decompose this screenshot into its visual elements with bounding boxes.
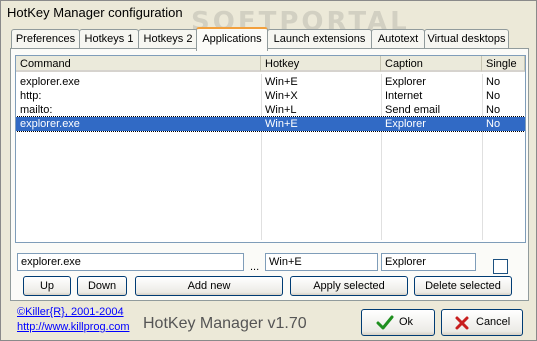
tab-preferences[interactable]: Preferences [11,29,80,48]
apply-selected-button[interactable]: Apply selected [290,276,408,296]
cell-caption: Explorer [385,76,426,88]
cell-caption: Explorer [385,118,426,130]
cell-command: explorer.exe [20,76,80,88]
tab-hotkeys-2[interactable]: Hotkeys 2 [138,29,198,48]
single-checkbox[interactable] [493,259,508,274]
tab-virtual-desktops[interactable]: Virtual desktops [424,29,509,48]
browse-button[interactable]: ... [250,261,259,273]
table-row[interactable]: mailto: Win+L Send email No [16,103,525,117]
cell-hotkey: Win+X [265,90,298,102]
product-name: HotKey Manager v1.70 [143,315,307,332]
command-input[interactable]: explorer.exe [17,253,244,271]
cell-single: No [486,90,501,102]
hotkey-input[interactable]: Win+E [265,253,378,271]
cell-hotkey: Win+L [265,104,297,116]
close-icon [455,316,469,330]
column-header-single[interactable]: Single [482,56,525,72]
cell-command: explorer.exe [20,118,80,130]
tab-autotext[interactable]: Autotext [371,29,425,48]
cell-caption: Send email [385,104,441,116]
copyright-link[interactable]: ©Killer{R}, 2001-2004 [17,306,124,318]
delete-selected-button[interactable]: Delete selected [414,276,512,296]
tab-hotkeys-1[interactable]: Hotkeys 1 [79,29,139,48]
cell-hotkey: Win+E [265,76,298,88]
cell-single: No [486,104,501,116]
down-button[interactable]: Down [77,276,127,296]
cancel-button[interactable]: Cancel [441,309,523,336]
up-button[interactable]: Up [23,276,71,296]
cell-single: No [486,76,501,88]
tab-applications[interactable]: Applications [196,27,268,51]
config-window: HotKey Manager configuration SOFTPORTAL … [0,0,537,341]
cell-caption: Internet [385,90,423,102]
cancel-label: Cancel [476,316,511,328]
applications-list[interactable]: Command Hotkey Caption Single explorer.e… [15,55,526,243]
column-header-command[interactable]: Command [16,56,261,72]
website-link[interactable]: http://www.killprog.com [17,321,129,333]
tab-launch-extensions[interactable]: Launch extensions [267,29,372,48]
cell-command: http: [20,90,42,102]
column-header-hotkey[interactable]: Hotkey [261,56,381,72]
ok-label: Ok [399,316,414,328]
checkmark-icon [376,315,394,330]
column-header-caption[interactable]: Caption [381,56,482,72]
title-bar[interactable]: HotKey Manager configuration [1,1,536,23]
caption-input[interactable]: Explorer [381,253,476,271]
table-row-selected[interactable]: explorer.exe Win+E Explorer No [16,116,525,132]
cell-hotkey: Win+E [265,118,298,130]
table-row[interactable]: http: Win+X Internet No [16,89,525,103]
table-row[interactable]: explorer.exe Win+E Explorer No [16,75,525,89]
cell-command: mailto: [20,104,53,116]
add-new-button[interactable]: Add new [135,276,283,296]
cell-single: No [486,118,501,130]
ok-button[interactable]: Ok [361,309,435,336]
window-title: HotKey Manager configuration [7,5,183,20]
